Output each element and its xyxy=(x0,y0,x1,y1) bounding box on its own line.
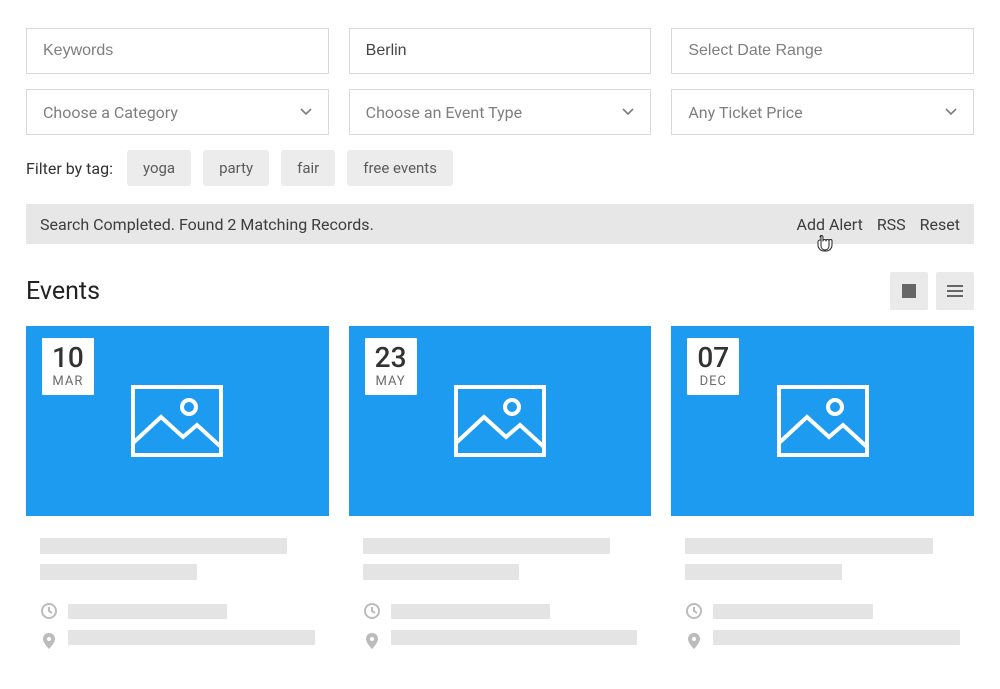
clock-icon xyxy=(363,602,381,620)
grid-view-button[interactable] xyxy=(890,272,928,310)
map-pin-icon xyxy=(40,632,58,650)
eventtype-select[interactable]: Choose an Event Type xyxy=(349,89,652,135)
view-toggle-group xyxy=(890,272,974,310)
event-date-month: DEC xyxy=(697,374,729,389)
chevron-down-icon xyxy=(622,108,634,116)
filter-row-inputs xyxy=(26,28,974,74)
reset-link[interactable]: Reset xyxy=(920,215,960,234)
skeleton-title-line xyxy=(40,538,287,554)
cursor-pointer-icon xyxy=(816,234,834,256)
event-date-day: 07 xyxy=(697,344,729,372)
daterange-input[interactable] xyxy=(688,42,957,60)
event-cards-grid: 10 MAR xyxy=(26,326,974,661)
keywords-field-wrap xyxy=(26,28,329,74)
search-status-message: Search Completed. Found 2 Matching Recor… xyxy=(40,215,374,234)
event-date-badge: 10 MAR xyxy=(42,338,94,395)
skeleton-title-line xyxy=(363,538,610,554)
image-placeholder-icon xyxy=(777,385,869,457)
event-date-badge: 23 MAY xyxy=(365,338,417,395)
location-field-wrap xyxy=(349,28,652,74)
list-view-icon xyxy=(947,285,963,297)
event-card-body xyxy=(349,516,652,661)
event-card[interactable]: 07 DEC xyxy=(671,326,974,661)
add-alert-link[interactable]: Add Alert xyxy=(797,215,863,234)
tag-fair[interactable]: fair xyxy=(281,150,335,186)
keywords-input[interactable] xyxy=(43,42,312,60)
skeleton-title-line xyxy=(40,564,197,580)
event-card-hero: 07 DEC xyxy=(671,326,974,516)
event-location-row xyxy=(685,630,960,651)
clock-icon xyxy=(685,602,703,620)
skeleton-location-line xyxy=(713,630,960,645)
skeleton-location-line xyxy=(391,630,638,645)
event-time-row xyxy=(363,602,638,620)
image-placeholder-icon xyxy=(454,385,546,457)
skeleton-time-line xyxy=(713,604,872,619)
ticketprice-select-label: Any Ticket Price xyxy=(688,103,802,122)
tag-party[interactable]: party xyxy=(203,150,269,186)
tag-filter-label: Filter by tag: xyxy=(26,159,113,178)
chevron-down-icon xyxy=(945,108,957,116)
tag-yoga[interactable]: yoga xyxy=(127,150,191,186)
image-placeholder-icon xyxy=(131,385,223,457)
grid-view-icon xyxy=(902,284,916,298)
skeleton-time-line xyxy=(68,604,227,619)
ticketprice-select[interactable]: Any Ticket Price xyxy=(671,89,974,135)
filter-row-selects: Choose a Category Choose an Event Type A… xyxy=(26,89,974,135)
category-select-label: Choose a Category xyxy=(43,103,178,122)
tag-free-events[interactable]: free events xyxy=(347,150,453,186)
eventtype-select-label: Choose an Event Type xyxy=(366,103,522,122)
event-time-row xyxy=(40,602,315,620)
map-pin-icon xyxy=(685,632,703,650)
event-location-row xyxy=(363,630,638,651)
skeleton-time-line xyxy=(391,604,550,619)
events-header: Events xyxy=(26,272,974,310)
rss-link[interactable]: RSS xyxy=(877,215,906,234)
clock-icon xyxy=(40,602,58,620)
event-date-day: 23 xyxy=(375,344,407,372)
event-date-month: MAR xyxy=(52,374,84,389)
skeleton-title-line xyxy=(363,564,520,580)
chevron-down-icon xyxy=(300,108,312,116)
skeleton-title-line xyxy=(685,564,842,580)
event-date-day: 10 xyxy=(52,344,84,372)
list-view-button[interactable] xyxy=(936,272,974,310)
location-input[interactable] xyxy=(366,42,635,60)
event-card[interactable]: 23 MAY xyxy=(349,326,652,661)
event-time-row xyxy=(685,602,960,620)
event-date-badge: 07 DEC xyxy=(687,338,739,395)
event-card-hero: 10 MAR xyxy=(26,326,329,516)
map-pin-icon xyxy=(363,632,381,650)
category-select[interactable]: Choose a Category xyxy=(26,89,329,135)
event-location-row xyxy=(40,630,315,651)
event-date-month: MAY xyxy=(375,374,407,389)
daterange-field-wrap xyxy=(671,28,974,74)
search-status-bar: Search Completed. Found 2 Matching Recor… xyxy=(26,204,974,244)
event-card[interactable]: 10 MAR xyxy=(26,326,329,661)
event-card-hero: 23 MAY xyxy=(349,326,652,516)
events-title: Events xyxy=(26,277,890,306)
tag-filter-row: Filter by tag: yoga party fair free even… xyxy=(26,150,974,186)
skeleton-title-line xyxy=(685,538,932,554)
event-card-body xyxy=(26,516,329,661)
event-card-body xyxy=(671,516,974,661)
skeleton-location-line xyxy=(68,630,315,645)
